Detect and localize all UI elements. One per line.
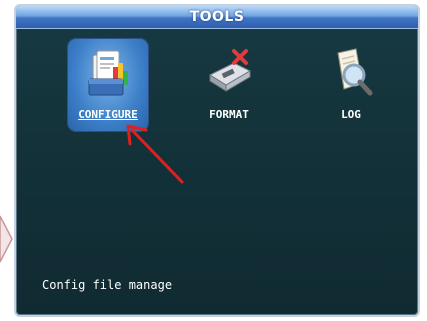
format-disk-icon bbox=[208, 49, 252, 92]
tool-label-log: LOG bbox=[341, 108, 361, 121]
tool-log[interactable]: LOG bbox=[311, 39, 391, 131]
tool-configure[interactable]: CONFIGURE bbox=[68, 39, 148, 131]
red-arrow-annotation bbox=[126, 124, 184, 184]
log-search-icon bbox=[337, 48, 373, 96]
configure-icon bbox=[88, 50, 128, 96]
title-bar: TOOLS bbox=[16, 6, 418, 29]
tools-window: TOOLS CONFIGURE FORMAT LOG Config file m… bbox=[14, 4, 420, 317]
window-title: TOOLS bbox=[189, 9, 245, 25]
tool-format[interactable]: FORMAT bbox=[189, 39, 269, 131]
callout-fragment bbox=[0, 215, 13, 263]
tool-label-format: FORMAT bbox=[209, 108, 249, 121]
status-text: Config file manage bbox=[42, 278, 173, 292]
